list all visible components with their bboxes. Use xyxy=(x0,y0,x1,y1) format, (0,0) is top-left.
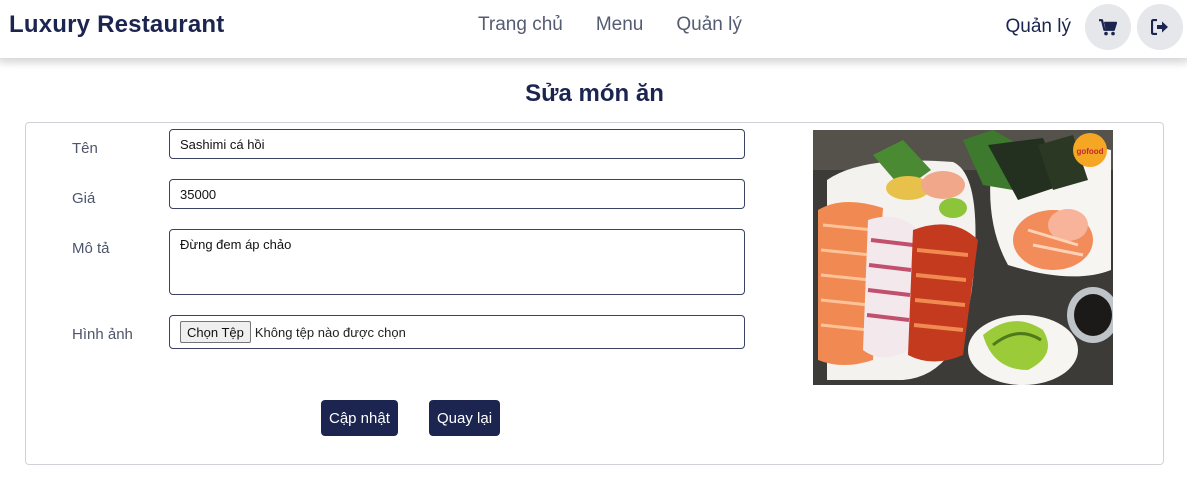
user-menu-label[interactable]: Quản lý xyxy=(1006,16,1071,38)
nav-link-menu[interactable]: Menu xyxy=(596,14,644,36)
dish-image: gofood xyxy=(813,130,1113,385)
file-status-text: Không tệp nào được chọn xyxy=(254,324,406,340)
edit-dish-card: Tên Giá Mô tả Đừng đem áp chảo Hình ảnh … xyxy=(25,122,1164,465)
gofood-logo: gofood xyxy=(1076,147,1103,156)
choose-file-button[interactable]: Chọn Tệp xyxy=(180,321,251,343)
cart-icon xyxy=(1099,18,1117,35)
name-label: Tên xyxy=(72,140,98,157)
navbar: Luxury Restaurant Trang chủ Menu Quản lý… xyxy=(0,0,1187,58)
brand-logo[interactable]: Luxury Restaurant xyxy=(9,11,224,39)
image-file-input[interactable]: Chọn Tệp Không tệp nào được chọn xyxy=(169,315,745,349)
logout-button[interactable] xyxy=(1137,4,1183,50)
nav-links: Trang chủ Menu Quản lý xyxy=(478,14,775,36)
price-input[interactable] xyxy=(169,179,745,209)
cart-button[interactable] xyxy=(1085,4,1131,50)
update-button[interactable]: Cập nhật xyxy=(321,400,398,436)
navbar-shadow xyxy=(0,58,1187,68)
description-textarea[interactable]: Đừng đem áp chảo xyxy=(169,229,745,295)
price-label: Giá xyxy=(72,190,96,207)
image-label: Hình ảnh xyxy=(72,326,133,343)
description-label: Mô tả xyxy=(72,240,110,257)
name-input[interactable] xyxy=(169,129,745,159)
nav-right: Quản lý xyxy=(1006,4,1183,50)
page-title: Sửa món ăn xyxy=(525,80,664,107)
nav-link-home[interactable]: Trang chủ xyxy=(478,14,563,36)
logout-icon xyxy=(1151,19,1168,35)
nav-link-manage[interactable]: Quản lý xyxy=(676,14,741,36)
back-button[interactable]: Quay lại xyxy=(429,400,501,436)
